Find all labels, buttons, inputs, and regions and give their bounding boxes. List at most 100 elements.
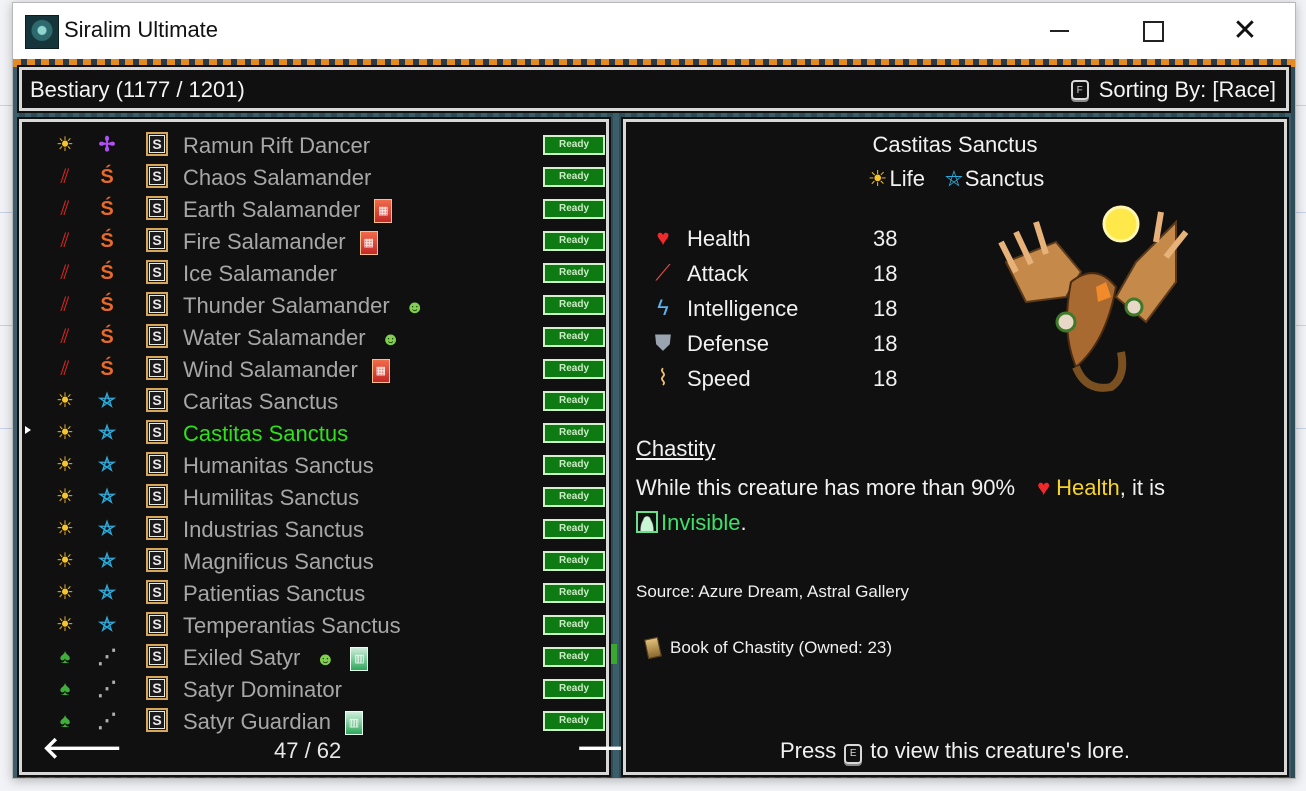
creature-name-label: Temperantias Sanctus [183, 613, 401, 638]
invisible-keyword[interactable]: Invisible [661, 510, 740, 535]
ready-badge: Ready [543, 551, 605, 571]
seen-badge-icon: S [146, 164, 168, 188]
creature-row[interactable]: ⫽ Ś S Thunder Salamander ☻ Ready [22, 290, 606, 322]
creature-name-label: Fire Salamander ▦ [183, 229, 378, 256]
minimize-button[interactable] [1013, 3, 1105, 59]
chaos-class-icon: ⫽ [60, 358, 70, 380]
chaos-class-icon: ⫽ [60, 262, 70, 284]
invisible-icon [636, 511, 658, 533]
nature-class-icon: ♠ [59, 646, 71, 668]
creature-row[interactable]: ☀ ⛤ S Humanitas Sanctus Ready [22, 450, 606, 482]
creature-row[interactable]: ⫽ Ś S Chaos Salamander Ready [22, 162, 606, 194]
creature-name: Castitas Sanctus [872, 132, 1038, 157]
trait-text-mid: , it is [1119, 475, 1165, 500]
salamander-icon: Ś [100, 326, 114, 348]
title-bar[interactable]: Siralim Ultimate ✕ [13, 3, 1295, 59]
lore-hint-pre: Press [780, 738, 837, 763]
creature-row[interactable]: ⫽ Ś S Wind Salamander ▦ Ready [22, 354, 606, 386]
life-class-icon: ☀ [56, 134, 74, 156]
nature-class-icon: ♠ [59, 678, 71, 700]
stat-label: Health [687, 226, 751, 251]
creature-row[interactable]: ☀ ⛤ S Industrias Sanctus Ready [22, 514, 606, 546]
lore-hint: Press Eto view this creature's lore. [626, 738, 1284, 764]
sort-control[interactable]: F Sorting By: [Race] [1070, 77, 1276, 103]
creature-row[interactable]: ⫽ Ś S Water Salamander ☻ Ready [22, 322, 606, 354]
creature-name-label: Caritas Sanctus [183, 389, 339, 414]
ready-badge: Ready [543, 359, 605, 379]
creature-list: ☀ ✢ S Ramun Rift Dancer Ready ⫽ Ś S Chaos Salama… [19, 119, 656, 775]
creature-portrait [998, 205, 1189, 392]
seen-badge-icon: S [146, 324, 168, 348]
creature-row[interactable]: ♠ ⋰ S Exiled Satyr ☻ ▥ Ready [22, 642, 606, 674]
trait-text: While this creature has more than 90% [636, 475, 1016, 500]
key-e-icon[interactable]: E [844, 743, 863, 764]
creature-row[interactable]: ⫽ Ś S Earth Salamander ▦ Ready [22, 194, 606, 226]
satyr-icon: ⋰ [97, 678, 117, 700]
ready-badge: Ready [543, 711, 605, 731]
health-keyword[interactable]: Health [1056, 475, 1120, 500]
creature-row[interactable]: ☀ ⛤ S Caritas Sanctus Ready [22, 386, 606, 418]
window-title: Siralim Ultimate [64, 17, 219, 42]
seen-badge-icon: S [146, 708, 168, 732]
creature-types: ☀Life ⛤Sanctus [626, 166, 1284, 192]
seen-badge-icon: S [146, 132, 168, 156]
salamander-icon: Ś [100, 294, 114, 316]
seen-badge-icon: S [146, 196, 168, 220]
creature-row[interactable]: ☀ ⛤ S Temperantias Sanctus Ready [22, 610, 606, 642]
stat-label: Attack [687, 261, 749, 286]
creature-row[interactable]: ☀ ⛤ S Castitas Sanctus Ready [22, 418, 606, 450]
card-icon: ▦ [374, 199, 393, 224]
rift-dancer-icon: ✢ [98, 134, 116, 156]
creature-row[interactable]: ☀ ✢ S Ramun Rift Dancer Ready [22, 130, 606, 162]
ready-badge: Ready [543, 135, 605, 155]
seen-badge-icon: S [146, 612, 168, 636]
stat-row: ⌇ Speed 18 [650, 362, 910, 396]
ready-badge: Ready [543, 199, 605, 219]
shield-icon: ⛊ [654, 330, 672, 355]
ready-badge: Ready [543, 679, 605, 699]
sort-label: Sorting By: [Race] [1098, 77, 1276, 102]
creature-name-label: Ramun Rift Dancer [183, 133, 371, 158]
maximize-button[interactable] [1107, 3, 1199, 59]
life-class-icon: ☀ [867, 166, 888, 191]
minimize-icon [1049, 30, 1069, 32]
ready-badge: Ready [543, 487, 605, 507]
key-f-icon: F [1070, 80, 1089, 100]
life-class-icon: ☀ [56, 454, 74, 476]
creature-row[interactable]: ☀ ⛤ S Humilitas Sanctus Ready [22, 482, 606, 514]
goblin-icon: ☻ [405, 297, 425, 318]
life-class-icon: ☀ [56, 422, 74, 444]
seen-badge-icon: S [146, 548, 168, 572]
close-button[interactable]: ✕ [1199, 3, 1291, 59]
creature-name-label: Magnificus Sanctus [183, 549, 374, 574]
chaos-class-icon: ⫽ [60, 326, 70, 348]
sanctus-icon: ⛤ [99, 550, 115, 572]
artifact-card-icon: ▥ [350, 647, 369, 672]
salamander-icon: Ś [100, 166, 114, 188]
goblin-icon: ☻ [381, 329, 401, 350]
satyr-icon: ⋰ [97, 710, 117, 732]
prev-page-arrow-icon[interactable]: 🡐 [42, 734, 122, 764]
creature-row[interactable]: ☀ ⛤ S Patientias Sanctus Ready [22, 578, 606, 610]
life-class-icon: ☀ [56, 614, 74, 636]
creature-row[interactable]: ♠ ⋰ S Satyr Dominator Ready [22, 674, 606, 706]
bestiary-count: Bestiary (1177 / 1201) [30, 77, 245, 102]
sanctus-icon: ⛤ [99, 582, 115, 604]
stat-value: 18 [873, 366, 898, 391]
creature-name-label: Chaos Salamander [183, 165, 372, 190]
seen-badge-icon: S [146, 356, 168, 380]
salamander-icon: Ś [100, 358, 114, 380]
creature-name-label: Wind Salamander ▦ [183, 357, 390, 384]
lore-hint-post: to view this creature's lore. [870, 738, 1130, 763]
creature-row[interactable]: ☀ ⛤ S Magnificus Sanctus Ready [22, 546, 606, 578]
scrollbar-thumb[interactable] [611, 644, 617, 664]
book-icon [644, 636, 662, 660]
creature-name-label: Patientias Sanctus [183, 581, 366, 606]
creature-row[interactable]: ⫽ Ś S Ice Salamander Ready [22, 258, 606, 290]
ready-badge: Ready [543, 647, 605, 667]
satyr-icon: ⋰ [97, 646, 117, 668]
book-item: Book of Chastity (Owned: 23) [644, 636, 892, 660]
creature-row[interactable]: ⫽ Ś S Fire Salamander ▦ Ready [22, 226, 606, 258]
chaos-class-icon: ⫽ [60, 166, 70, 188]
sanctus-icon: ⛤ [99, 518, 115, 540]
